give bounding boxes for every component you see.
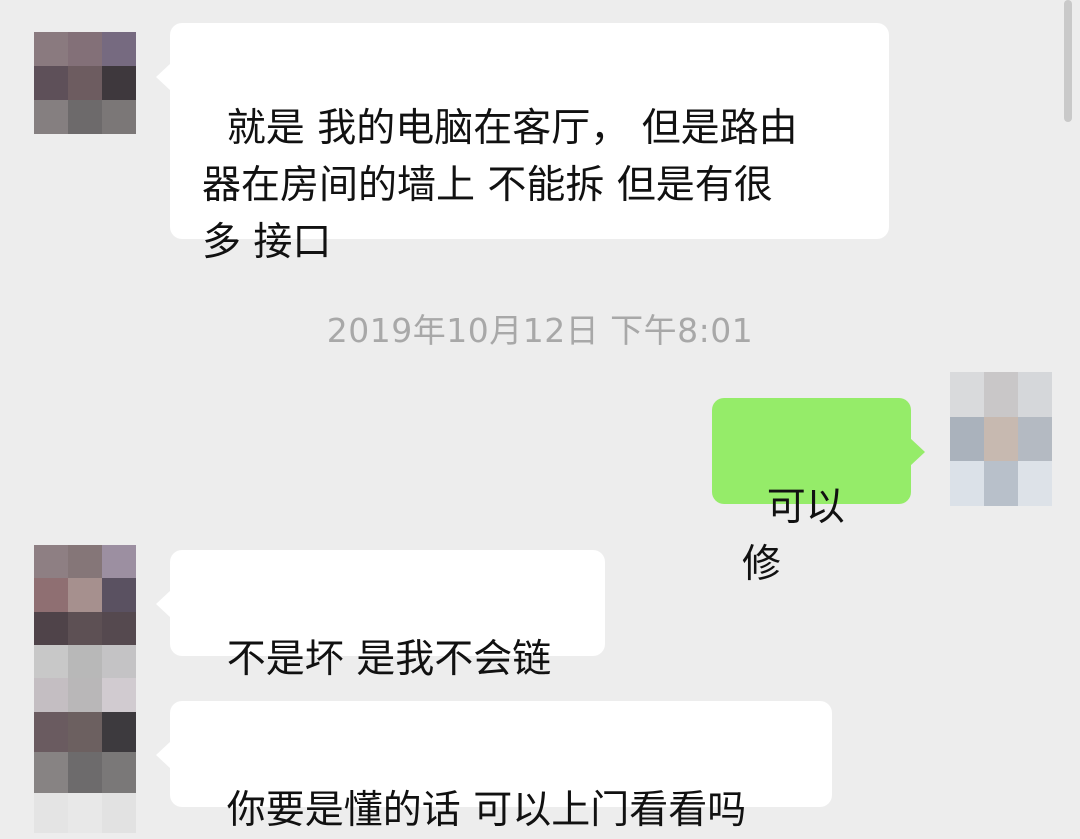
message-text: 不是坏 是我不会链 xyxy=(226,637,552,682)
avatar-pixel xyxy=(34,678,68,712)
avatar-pixel xyxy=(102,611,136,645)
message-bubble-outgoing[interactable]: 可以修 xyxy=(712,398,925,587)
message-text: 你要是懂的话 可以上门看看吗 xyxy=(226,788,747,833)
message-text: 可以修 xyxy=(742,485,845,587)
avatar-pixel xyxy=(984,416,1018,462)
avatar[interactable] xyxy=(34,545,136,645)
avatar-pixel xyxy=(34,100,68,134)
avatar-pixel xyxy=(68,100,102,134)
avatar-pixel xyxy=(102,66,136,100)
avatar-pixel xyxy=(950,416,984,462)
avatar-pixel xyxy=(34,32,68,66)
avatar-pixel xyxy=(68,611,102,645)
avatar-pixel xyxy=(102,545,136,579)
avatar-pixel xyxy=(984,372,1018,417)
avatar-pixel xyxy=(950,372,984,417)
message-text: 就是 我的电脑在客厅， 但是路由 器在房间的墙上 不能拆 但是有很 多 接口 xyxy=(202,106,798,265)
avatar-pixel xyxy=(68,752,102,793)
avatar-pixel xyxy=(1018,461,1052,506)
avatar-pixel xyxy=(68,545,102,579)
avatar-pixel xyxy=(68,792,102,833)
avatar-pixel xyxy=(102,578,136,612)
avatar-pixel xyxy=(34,611,68,645)
avatar-pixel xyxy=(68,678,102,712)
avatar-pixel xyxy=(34,578,68,612)
avatar-pixel xyxy=(102,645,136,679)
avatar-pixel xyxy=(102,32,136,66)
message-bubble-incoming[interactable]: 不是坏 是我不会链 xyxy=(156,550,605,682)
avatar[interactable] xyxy=(34,32,136,134)
avatar-pixel xyxy=(102,678,136,712)
avatar-pixel xyxy=(102,752,136,793)
avatar[interactable] xyxy=(34,712,136,833)
avatar-pixel xyxy=(68,578,102,612)
avatar-pixel xyxy=(1018,416,1052,462)
avatar-pixel xyxy=(68,66,102,100)
avatar-pixel xyxy=(102,712,136,753)
avatar-pixel xyxy=(34,645,68,679)
avatar-pixel xyxy=(68,712,102,753)
avatar-pixel xyxy=(34,792,68,833)
avatar-self[interactable] xyxy=(950,372,1052,506)
avatar-pixel xyxy=(102,792,136,833)
avatar-pixel xyxy=(68,32,102,66)
avatar-pixel xyxy=(950,461,984,506)
avatar-pixel xyxy=(34,752,68,793)
avatar-pixel xyxy=(34,545,68,579)
avatar-pixel xyxy=(34,712,68,753)
avatar-pixel xyxy=(102,100,136,134)
message-bubble-incoming[interactable]: 就是 我的电脑在客厅， 但是路由 器在房间的墙上 不能拆 但是有很 多 接口 xyxy=(156,23,889,265)
avatar-pixel xyxy=(34,66,68,100)
timestamp: 2019年10月12日 下午8:01 xyxy=(326,311,754,350)
avatar-pixel xyxy=(984,461,1018,506)
avatar-pixel xyxy=(68,645,102,679)
scrollbar[interactable] xyxy=(1064,0,1072,122)
message-bubble-incoming[interactable]: 你要是懂的话 可以上门看看吗 xyxy=(156,701,832,833)
avatar-pixel xyxy=(1018,372,1052,417)
